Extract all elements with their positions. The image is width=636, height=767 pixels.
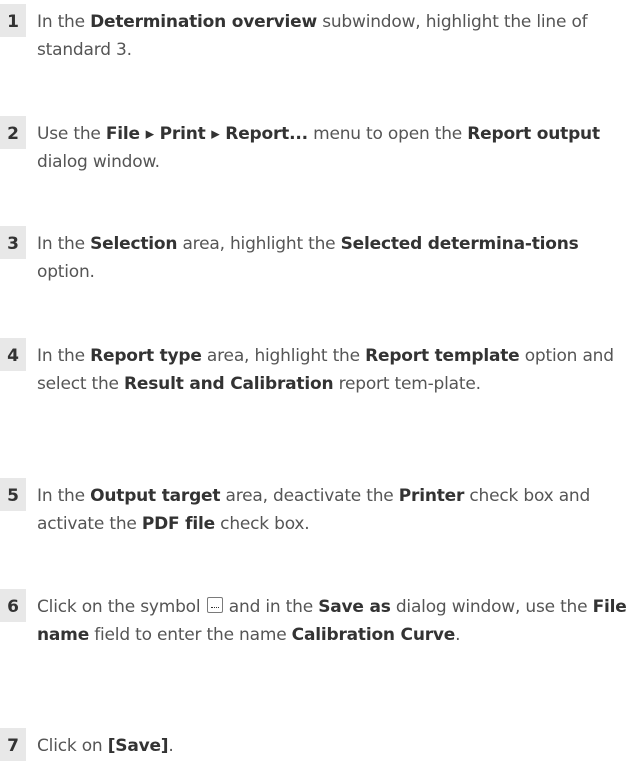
step-text-segment: . xyxy=(455,625,461,645)
ui-term: Determination overview xyxy=(90,12,317,32)
ui-term: Save as xyxy=(318,597,391,617)
ui-term: File ▸ Print ▸ Report... xyxy=(105,124,308,144)
step-text-segment: In the xyxy=(37,346,91,366)
step-text: In the Selection area, highlight the Sel… xyxy=(37,230,634,286)
step-text-segment: . xyxy=(168,736,174,756)
step-text-segment: report tem-plate. xyxy=(333,374,481,394)
step-number: 5 xyxy=(7,486,19,506)
ui-term: Selected determina-tions xyxy=(340,234,579,254)
step-text: Click on [Save]. xyxy=(37,732,634,760)
step-text-segment: check box. xyxy=(214,514,310,534)
step-3: 3 In the Selection area, highlight the S… xyxy=(0,226,636,316)
step-1: 1 In the Determination overview subwindo… xyxy=(0,4,636,94)
step-text-segment: area, highlight the xyxy=(177,234,341,254)
step-text-segment: dialog window. xyxy=(37,152,160,172)
step-text-segment: area, highlight the xyxy=(201,346,366,366)
ui-term: Report type xyxy=(90,346,202,366)
step-4: 4 In the Report type area, highlight the… xyxy=(0,338,636,428)
step-number: 6 xyxy=(7,597,19,617)
step-number: 2 xyxy=(7,124,19,144)
step-text-segment: Click on xyxy=(37,736,108,756)
step-text: In the Determination overview subwindow,… xyxy=(37,8,634,64)
step-number: 3 xyxy=(7,234,19,254)
ui-term: Calibration Curve xyxy=(291,625,456,645)
ui-term: [Save] xyxy=(107,736,169,756)
step-text: In the Report type area, highlight the R… xyxy=(37,342,634,398)
ui-term: Report template xyxy=(365,346,520,366)
step-text-segment: area, deactivate the xyxy=(220,486,399,506)
step-text-segment: dialog window, use the xyxy=(390,597,593,617)
ui-term: Output target xyxy=(90,486,221,506)
ui-term: Selection xyxy=(90,234,178,254)
step-number: 7 xyxy=(7,736,19,756)
browse-button-icon xyxy=(206,597,223,613)
step-text-segment: Click on the symbol xyxy=(37,597,206,617)
ui-term: Printer xyxy=(398,486,465,506)
step-2: 2 Use the File ▸ Print ▸ Report... menu … xyxy=(0,116,636,206)
step-number: 4 xyxy=(7,346,19,366)
step-text-segment: In the xyxy=(37,234,91,254)
step-text: Click on the symbol and in the Save as d… xyxy=(37,593,634,649)
step-text-segment: and in the xyxy=(223,597,319,617)
step-text-segment: menu to open the xyxy=(307,124,468,144)
ui-term: Result and Calibration xyxy=(124,374,334,394)
step-number: 1 xyxy=(7,12,19,32)
step-text-segment: field to enter the name xyxy=(89,625,292,645)
step-text-segment: option. xyxy=(37,262,95,282)
step-6: 6 Click on the symbol and in the Save as… xyxy=(0,589,636,679)
step-text: In the Output target area, deactivate th… xyxy=(37,482,634,538)
ui-term: PDF file xyxy=(141,514,215,534)
step-text-segment: In the xyxy=(37,12,91,32)
step-5: 5 In the Output target area, deactivate … xyxy=(0,478,636,568)
step-text-segment: Use the xyxy=(37,124,106,144)
ui-term: Report output xyxy=(467,124,600,144)
step-7: 7 Click on [Save]. xyxy=(0,728,636,764)
step-text-segment: In the xyxy=(37,486,91,506)
step-text: Use the File ▸ Print ▸ Report... menu to… xyxy=(37,120,634,176)
